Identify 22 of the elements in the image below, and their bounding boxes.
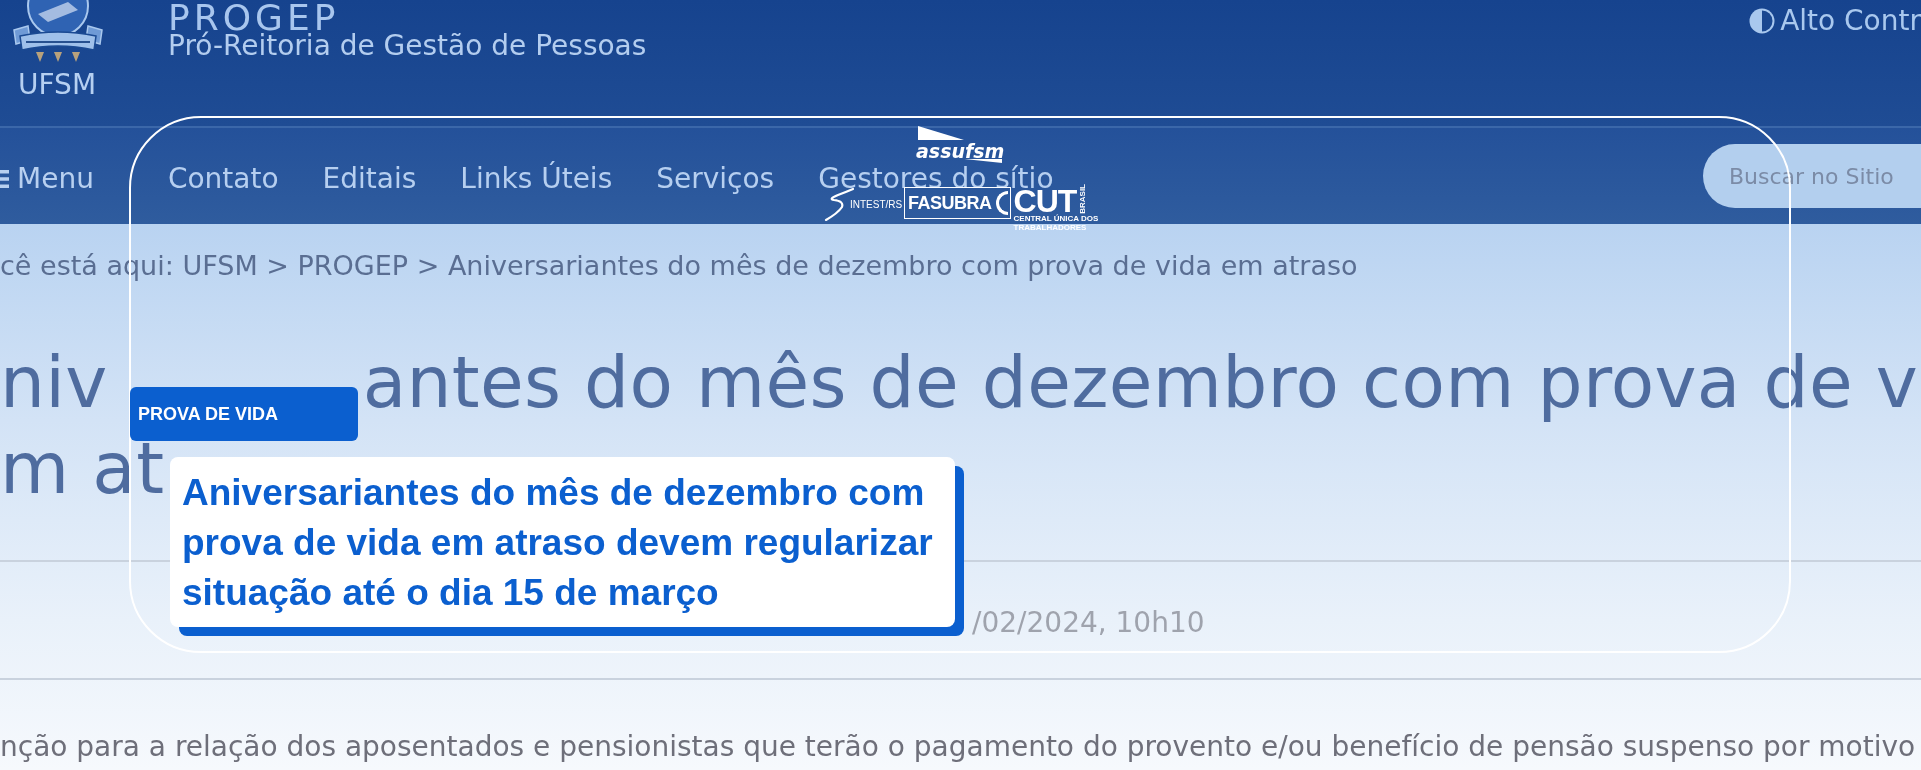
- breadcrumb-link[interactable]: PROGEP: [297, 250, 409, 281]
- breadcrumb-link[interactable]: UFSM: [182, 250, 258, 281]
- logo-side-text: BRASIL: [1078, 184, 1088, 214]
- nav-link[interactable]: Editais: [322, 162, 417, 196]
- page-title: antes do mês de dezembro com prova de v: [362, 340, 1919, 426]
- page-title: niv: [0, 340, 108, 426]
- nav-link[interactable]: Links Úteis: [460, 162, 613, 196]
- crest-caption: UFSM: [18, 70, 97, 100]
- contrast-toggle[interactable]: Alto Contr: [1749, 5, 1921, 37]
- nav-link[interactable]: Contato: [167, 162, 279, 196]
- body-text: nção para a relação dos aposentados e pensionistas que terão o pagamento do provento e/ou benefício de pensão suspenso por motivo: [0, 730, 1916, 764]
- wordmark-logo: CUT: [1013, 187, 1077, 214]
- category-tag: PROVA DE VIDA: [130, 387, 358, 441]
- wordmark-logo: FASUBRA: [904, 187, 1011, 219]
- wordmark-logo: assufsm: [916, 126, 1005, 163]
- logo-caption: CENTRAL ÚNICA DOS TRABALHADORES: [1013, 213, 1100, 232]
- post-date: /02/2024, 10h10: [972, 606, 1205, 640]
- nav-link[interactable]: Serviços: [656, 162, 775, 196]
- contrast-icon: [1749, 7, 1776, 35]
- wordmark-logo: INTEST/RS: [824, 187, 901, 221]
- menu-icon: [0, 169, 9, 189]
- menu-button[interactable]: Menu: [0, 162, 94, 196]
